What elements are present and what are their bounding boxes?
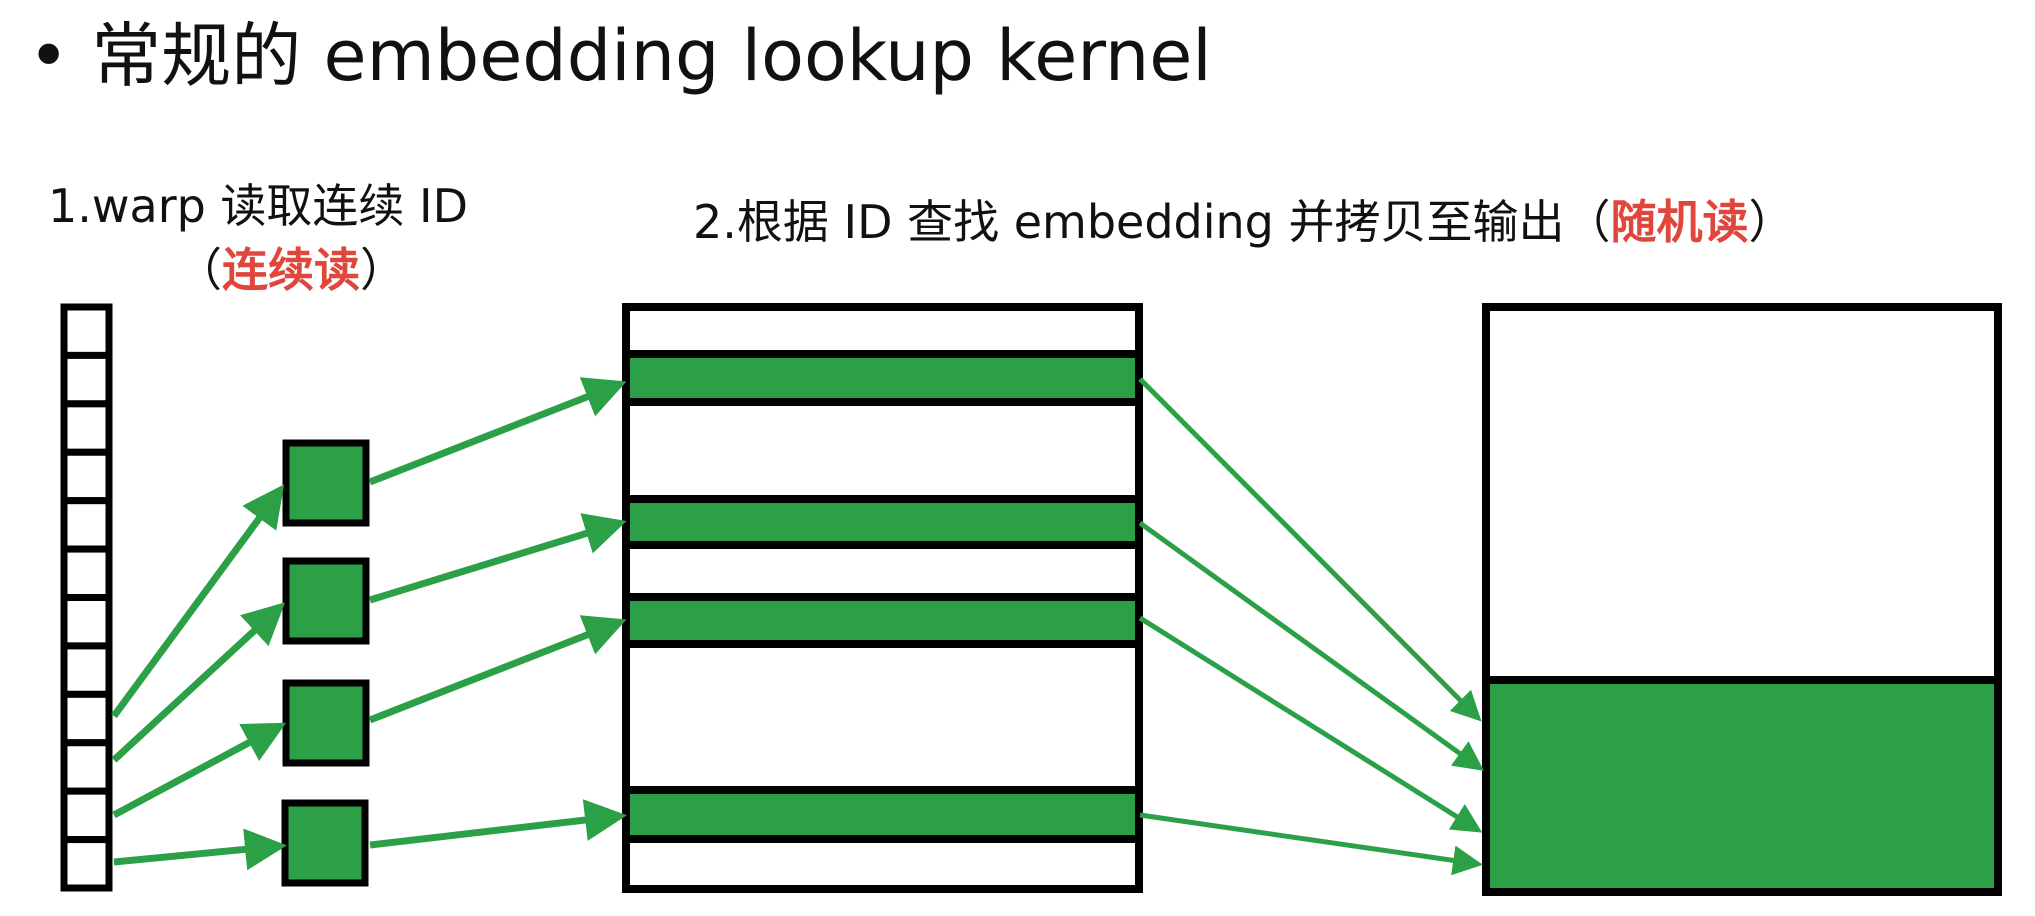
thread-square bbox=[282, 439, 370, 527]
id-cell bbox=[60, 787, 113, 844]
embedding-row-selected bbox=[622, 495, 1143, 549]
arrow bbox=[1138, 615, 1483, 833]
id-array bbox=[60, 303, 113, 892]
id-cell bbox=[60, 448, 113, 505]
id-cell bbox=[60, 836, 113, 892]
id-cell bbox=[60, 400, 113, 456]
id-cell bbox=[60, 739, 113, 795]
arrow bbox=[1138, 377, 1482, 722]
embedding-row-selected bbox=[622, 786, 1143, 843]
diagram bbox=[60, 303, 2002, 896]
thread-square bbox=[282, 557, 370, 645]
embedding-table bbox=[622, 303, 1143, 893]
arrow bbox=[368, 615, 627, 724]
thread-square bbox=[281, 799, 369, 887]
arrow bbox=[368, 377, 627, 486]
warp-threads bbox=[281, 439, 370, 887]
id-cell bbox=[60, 303, 113, 359]
arrow bbox=[1139, 812, 1483, 876]
arrow bbox=[368, 513, 627, 604]
thread-square bbox=[282, 679, 370, 767]
id-cell bbox=[60, 642, 113, 698]
output-filled bbox=[1482, 676, 2002, 896]
arrows-random-read bbox=[1138, 377, 1485, 876]
output-buffer bbox=[1482, 303, 2002, 896]
embedding-row-selected bbox=[622, 593, 1143, 648]
embedding-row-selected bbox=[622, 350, 1143, 406]
id-cell bbox=[60, 545, 113, 601]
id-cell bbox=[60, 594, 113, 650]
id-cell bbox=[60, 497, 113, 553]
arrow bbox=[1138, 520, 1485, 771]
arrow bbox=[113, 828, 287, 871]
id-cell bbox=[60, 690, 113, 747]
arrow bbox=[369, 799, 627, 849]
id-cell bbox=[60, 351, 113, 408]
